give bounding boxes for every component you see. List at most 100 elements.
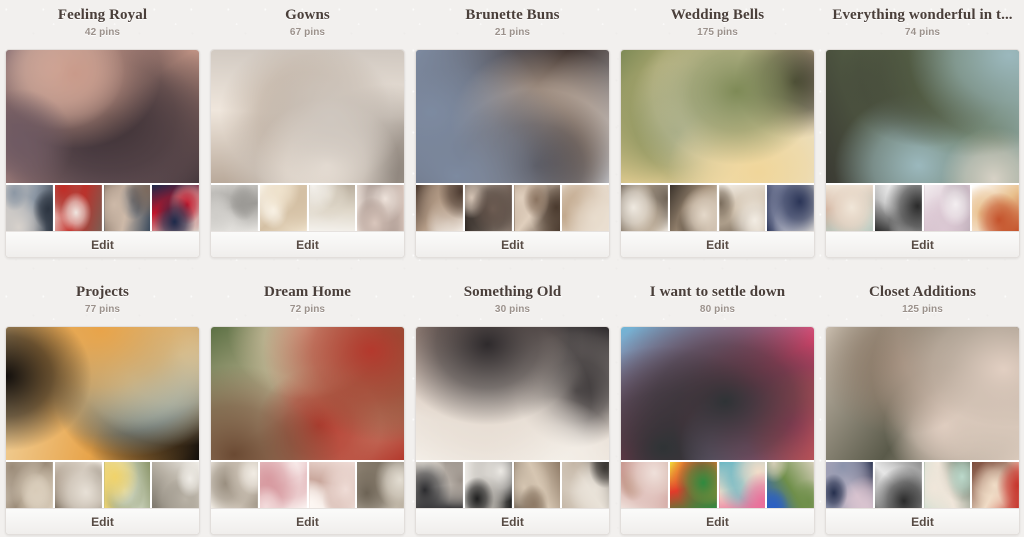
- board-cover-image[interactable]: [211, 50, 404, 183]
- board-thumbnail[interactable]: [416, 462, 463, 508]
- board-thumbnail[interactable]: [6, 462, 53, 508]
- board-thumbnail[interactable]: [669, 462, 717, 508]
- board-card-9: I want to settle down 80 pins Edit: [620, 281, 815, 535]
- board-thumbnail[interactable]: [416, 185, 463, 231]
- board-thumbnail[interactable]: [211, 185, 258, 231]
- board-pin-count: 77 pins: [84, 304, 121, 315]
- board-thumbnail[interactable]: [357, 462, 404, 508]
- board-thumbnail[interactable]: [464, 185, 512, 231]
- board-thumbnail[interactable]: [6, 185, 53, 231]
- board-thumbnail-strip: [826, 183, 1019, 231]
- board-thumbnail[interactable]: [923, 185, 971, 231]
- edit-button[interactable]: Edit: [211, 231, 404, 257]
- board-title[interactable]: Everything wonderful in t...: [825, 6, 1020, 24]
- board-body: Edit: [210, 326, 405, 535]
- board-thumbnail[interactable]: [767, 462, 814, 508]
- board-header: Something Old 30 pins: [415, 281, 610, 317]
- board-header: Closet Additions 125 pins: [825, 281, 1020, 317]
- board-thumbnail-strip: [416, 183, 609, 231]
- edit-button[interactable]: Edit: [6, 508, 199, 534]
- board-header: Brunette Buns 21 pins: [415, 4, 610, 40]
- board-cover-image[interactable]: [826, 50, 1019, 183]
- board-body: Edit: [620, 326, 815, 535]
- board-thumbnail[interactable]: [513, 185, 561, 231]
- edit-button[interactable]: Edit: [416, 508, 609, 534]
- board-title[interactable]: Feeling Royal: [5, 6, 200, 24]
- board-header: Wedding Bells 175 pins: [620, 4, 815, 40]
- board-header: Projects 77 pins: [5, 281, 200, 317]
- edit-button[interactable]: Edit: [826, 508, 1019, 534]
- board-cover-image[interactable]: [826, 327, 1019, 460]
- board-thumbnail-strip: [621, 183, 814, 231]
- board-title[interactable]: Gowns: [210, 6, 405, 24]
- board-title[interactable]: Brunette Buns: [415, 6, 610, 24]
- board-title[interactable]: Wedding Bells: [620, 6, 815, 24]
- board-grid: Feeling Royal 42 pins Edit Gowns 67 pins…: [0, 0, 1024, 537]
- board-card-6: Projects 77 pins Edit: [5, 281, 200, 535]
- board-title[interactable]: Something Old: [415, 283, 610, 301]
- board-body: Edit: [5, 326, 200, 535]
- board-cover-image[interactable]: [6, 50, 199, 183]
- board-thumbnail[interactable]: [826, 185, 873, 231]
- board-thumbnail[interactable]: [54, 185, 102, 231]
- board-thumbnail-strip: [211, 183, 404, 231]
- board-thumbnail[interactable]: [718, 185, 766, 231]
- board-cover-image[interactable]: [621, 327, 814, 460]
- board-thumbnail[interactable]: [513, 462, 561, 508]
- board-thumbnail[interactable]: [103, 462, 151, 508]
- board-thumbnail[interactable]: [874, 462, 922, 508]
- board-thumbnail[interactable]: [972, 462, 1019, 508]
- board-thumbnail-strip: [621, 460, 814, 508]
- board-thumbnail[interactable]: [972, 185, 1019, 231]
- board-thumbnail[interactable]: [308, 462, 356, 508]
- board-thumbnail[interactable]: [669, 185, 717, 231]
- board-thumbnail[interactable]: [718, 462, 766, 508]
- board-title[interactable]: Projects: [5, 283, 200, 301]
- board-thumbnail[interactable]: [211, 462, 258, 508]
- board-thumbnail[interactable]: [308, 185, 356, 231]
- board-thumbnail[interactable]: [562, 462, 609, 508]
- board-body: Edit: [210, 49, 405, 258]
- edit-button[interactable]: Edit: [621, 231, 814, 257]
- board-card-7: Dream Home 72 pins Edit: [210, 281, 405, 535]
- board-body: Edit: [825, 326, 1020, 535]
- board-title[interactable]: Dream Home: [210, 283, 405, 301]
- board-thumbnail[interactable]: [152, 462, 199, 508]
- board-thumbnail[interactable]: [562, 185, 609, 231]
- board-thumbnail[interactable]: [259, 462, 307, 508]
- board-header: Feeling Royal 42 pins: [5, 4, 200, 40]
- board-thumbnail[interactable]: [54, 462, 102, 508]
- edit-button[interactable]: Edit: [211, 508, 404, 534]
- edit-button[interactable]: Edit: [621, 508, 814, 534]
- board-cover-image[interactable]: [416, 50, 609, 183]
- board-pin-count: 42 pins: [84, 27, 121, 38]
- board-thumbnail[interactable]: [621, 462, 668, 508]
- board-thumbnail[interactable]: [874, 185, 922, 231]
- board-thumbnail[interactable]: [103, 185, 151, 231]
- board-pin-count: 80 pins: [699, 304, 736, 315]
- board-thumbnail[interactable]: [826, 462, 873, 508]
- board-header: I want to settle down 80 pins: [620, 281, 815, 317]
- edit-button[interactable]: Edit: [6, 231, 199, 257]
- board-thumbnail[interactable]: [923, 462, 971, 508]
- board-thumbnail[interactable]: [464, 462, 512, 508]
- board-cover-image[interactable]: [211, 327, 404, 460]
- board-cover-image[interactable]: [6, 327, 199, 460]
- board-header: Everything wonderful in t... 74 pins: [825, 4, 1020, 40]
- board-pin-count: 74 pins: [904, 27, 941, 38]
- edit-button[interactable]: Edit: [416, 231, 609, 257]
- board-thumbnail[interactable]: [152, 185, 199, 231]
- board-cover-image[interactable]: [621, 50, 814, 183]
- board-thumbnail[interactable]: [767, 185, 814, 231]
- board-thumbnail-strip: [211, 460, 404, 508]
- board-thumbnail[interactable]: [621, 185, 668, 231]
- board-thumbnail[interactable]: [259, 185, 307, 231]
- board-thumbnail[interactable]: [357, 185, 404, 231]
- board-pin-count: 21 pins: [494, 27, 531, 38]
- board-pin-count: 67 pins: [289, 27, 326, 38]
- board-title[interactable]: I want to settle down: [620, 283, 815, 301]
- board-cover-image[interactable]: [416, 327, 609, 460]
- board-title[interactable]: Closet Additions: [825, 283, 1020, 301]
- edit-button[interactable]: Edit: [826, 231, 1019, 257]
- board-pin-count: 125 pins: [902, 304, 943, 315]
